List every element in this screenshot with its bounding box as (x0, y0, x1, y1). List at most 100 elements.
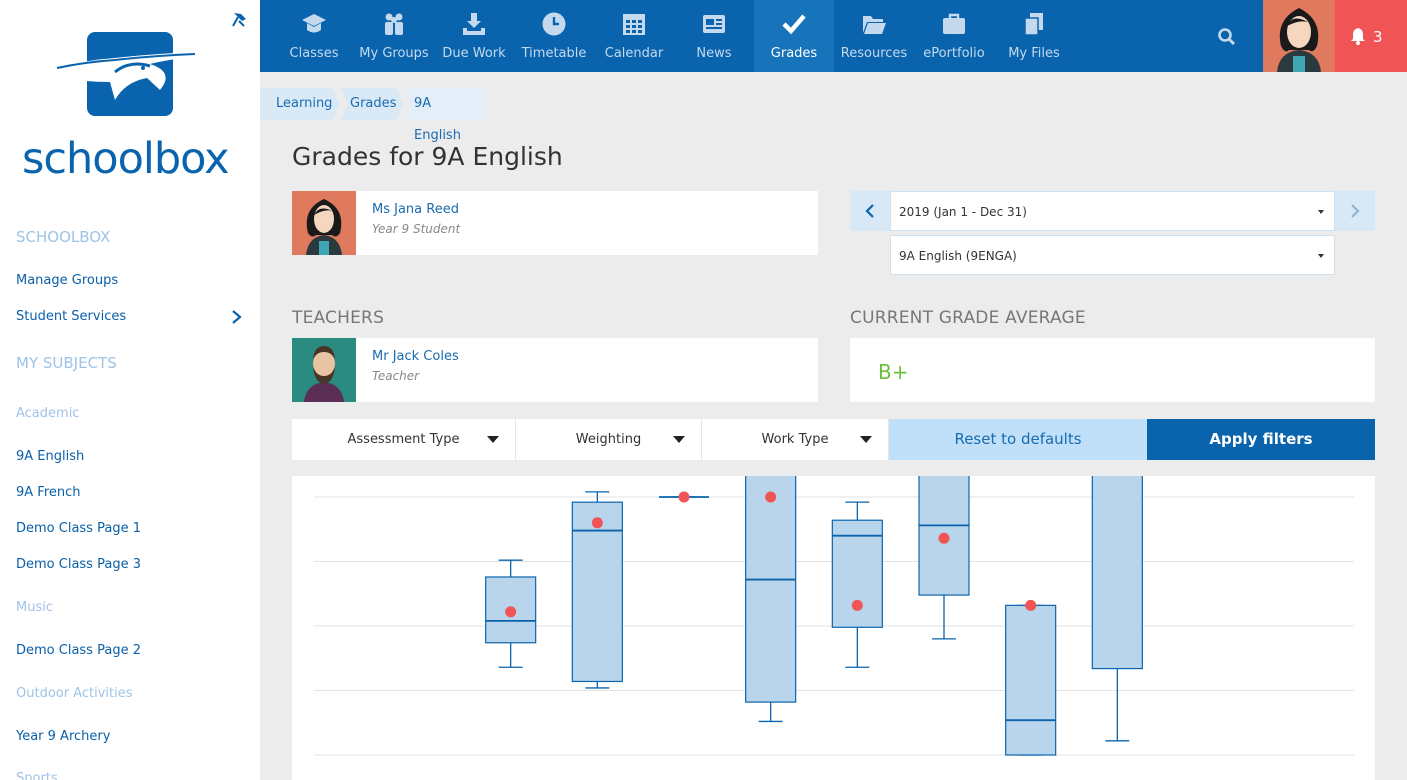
breadcrumb-learning[interactable]: Learning (276, 88, 332, 120)
student-score-point (678, 491, 690, 503)
teacher-name[interactable]: Mr Jack Coles (372, 349, 459, 364)
nav-news[interactable]: News (674, 0, 754, 72)
nav-label: Resources (840, 46, 908, 61)
student-role: Year 9 Student (372, 222, 461, 236)
nav-label: Grades (770, 46, 818, 61)
class-select[interactable]: 9A English (9ENGA) (890, 235, 1335, 275)
teachers-heading: TEACHERS (292, 308, 385, 328)
notification-count: 3 (1373, 28, 1383, 46)
download-tray-icon (463, 13, 485, 35)
search-icon[interactable] (1210, 20, 1244, 54)
grade-average-card: B+ (850, 338, 1375, 402)
brand-wordmark: schoolbox (22, 134, 230, 184)
pin-icon[interactable] (230, 10, 250, 30)
filter-label: Weighting (575, 432, 642, 447)
chevron-left-icon (865, 204, 874, 218)
student-score-point (591, 517, 603, 529)
nav-resources[interactable]: Resources (834, 0, 914, 72)
student-score-point (505, 606, 517, 618)
notifications-button[interactable]: 3 (1335, 0, 1407, 72)
student-avatar (292, 191, 356, 255)
nav-due-work[interactable]: Due Work (434, 0, 514, 72)
sidebar-link-demo-class-3[interactable]: Demo Class Page 3 (16, 557, 141, 572)
category-sports: Sports (16, 771, 58, 780)
year-select-value: 2019 (Jan 1 - Dec 31) (899, 205, 1027, 219)
nav-my-groups[interactable]: My Groups (354, 0, 434, 72)
nav-eportfolio[interactable]: ePortfolio (914, 0, 994, 72)
sidebar-link-9a-english[interactable]: 9A English (16, 449, 84, 464)
nav-label: My Files (1008, 46, 1060, 61)
nav-label: Due Work (442, 46, 506, 61)
nav-label: Calendar (604, 46, 664, 61)
student-score-point (765, 491, 777, 503)
sidebar-link-manage-groups[interactable]: Manage Groups (16, 273, 118, 288)
box-iqr (1005, 604, 1057, 756)
class-select-value: 9A English (9ENGA) (899, 249, 1017, 263)
grades-chart-panel (292, 476, 1375, 780)
nav-timetable[interactable]: Timetable (514, 0, 594, 72)
graduation-cap-icon (302, 14, 326, 33)
sidebar-link-demo-class-2[interactable]: Demo Class Page 2 (16, 643, 141, 658)
category-academic: Academic (16, 406, 80, 421)
weighting-filter[interactable]: Weighting (516, 419, 702, 460)
briefcase-icon (943, 13, 965, 34)
nav-calendar[interactable]: Calendar (594, 0, 674, 72)
caret-down-icon (1318, 210, 1324, 214)
category-music: Music (16, 600, 53, 615)
box-iqr (745, 476, 797, 703)
box-iqr (571, 501, 623, 683)
apply-filters-button[interactable]: Apply filters (1147, 419, 1375, 460)
student-score-point (1025, 599, 1037, 611)
nav-label: News (696, 46, 732, 61)
section-heading-schoolbox: SCHOOLBOX (16, 228, 111, 246)
page-title: Grades for 9A English (292, 142, 563, 171)
teacher-card: Mr Jack Coles Teacher (292, 338, 818, 402)
chevron-right-icon (1351, 204, 1360, 218)
filter-bar: Assessment Type Weighting Work Type Rese… (292, 419, 1375, 460)
filter-label: Work Type (761, 432, 829, 447)
sidebar: schoolbox SCHOOLBOX Manage Groups Studen… (0, 0, 260, 780)
files-icon (1024, 13, 1043, 36)
assessment-type-filter[interactable]: Assessment Type (292, 419, 516, 460)
nav-label: ePortfolio (923, 46, 985, 61)
sidebar-link-demo-class-1[interactable]: Demo Class Page 1 (16, 521, 141, 536)
sidebar-link-student-services[interactable]: Student Services (16, 309, 126, 324)
reset-defaults-button[interactable]: Reset to defaults (889, 419, 1147, 460)
student-card: Ms Jana Reed Year 9 Student (292, 191, 818, 255)
student-score-point (938, 532, 950, 544)
grades-boxplot-chart (314, 476, 1354, 756)
year-select[interactable]: 2019 (Jan 1 - Dec 31) (890, 191, 1335, 231)
top-navigation: Classes My Groups Due Work Timetable Cal… (260, 0, 1407, 72)
sidebar-link-year9-archery[interactable]: Year 9 Archery (16, 729, 110, 744)
chevron-right-icon[interactable] (230, 309, 244, 325)
prev-year-button[interactable] (850, 191, 890, 231)
calendar-icon (623, 14, 645, 35)
breadcrumb-grades[interactable]: Grades (350, 88, 396, 120)
caret-down-icon (860, 436, 872, 443)
user-avatar[interactable] (1263, 0, 1335, 72)
category-outdoor: Outdoor Activities (16, 686, 133, 701)
nav-my-files[interactable]: My Files (994, 0, 1074, 72)
next-year-button[interactable] (1335, 191, 1375, 231)
bell-icon (1351, 28, 1365, 45)
schoolbox-logo[interactable] (55, 30, 205, 120)
caret-down-icon (673, 436, 685, 443)
caret-down-icon (487, 436, 499, 443)
section-heading-my-subjects: MY SUBJECTS (16, 354, 117, 372)
newspaper-icon (703, 15, 725, 33)
student-score-point (851, 599, 863, 611)
grade-average-value: B+ (878, 360, 909, 384)
nav-label: Classes (289, 46, 339, 61)
work-type-filter[interactable]: Work Type (702, 419, 889, 460)
sidebar-link-9a-french[interactable]: 9A French (16, 485, 81, 500)
nav-classes[interactable]: Classes (274, 0, 354, 72)
grade-average-heading: CURRENT GRADE AVERAGE (850, 308, 1086, 328)
people-icon (385, 13, 403, 35)
nav-label: My Groups (359, 46, 429, 61)
folder-icon (863, 16, 886, 34)
student-name[interactable]: Ms Jana Reed (372, 202, 459, 217)
teacher-avatar (292, 338, 356, 402)
caret-down-icon (1318, 254, 1324, 258)
nav-grades[interactable]: Grades (754, 0, 834, 72)
checkmark-icon (782, 14, 806, 35)
